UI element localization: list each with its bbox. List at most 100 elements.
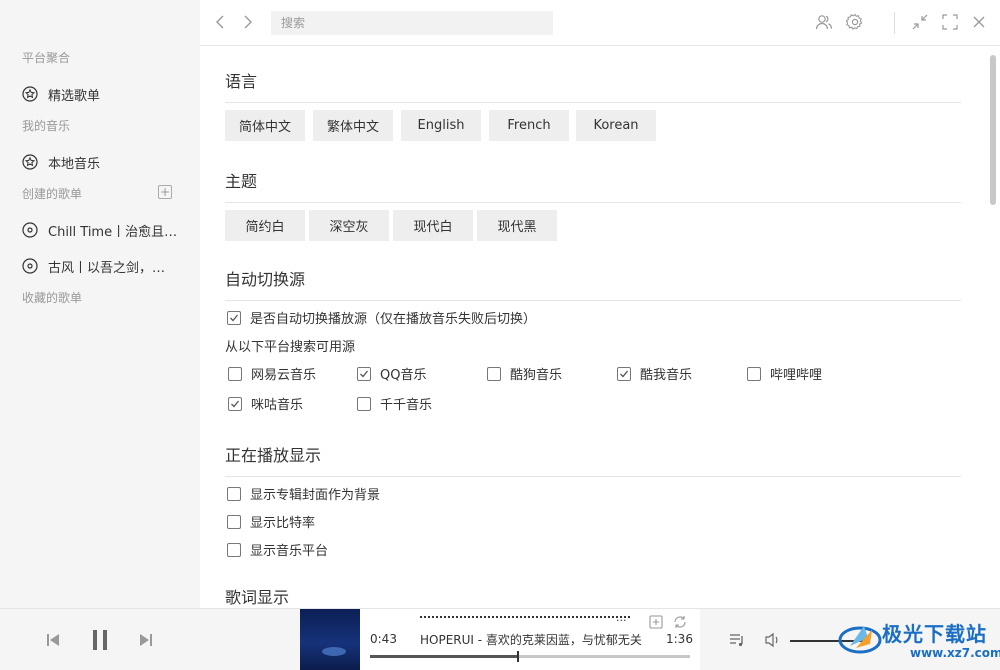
album-cover[interactable]	[300, 609, 360, 670]
fullscreen-icon[interactable]	[940, 12, 960, 32]
watermark-url: www.xz7.com	[910, 646, 1000, 660]
settings-panel: 语言 简体中文 繁体中文 English French Korean 主题 简约…	[200, 47, 1000, 608]
section-created-playlists: 创建的歌单	[22, 187, 83, 201]
watermark-name: 极光下载站	[882, 622, 987, 646]
now-playing-checkbox[interactable]: 显示比特率	[227, 512, 315, 531]
source-checkbox[interactable]: 咪咕音乐	[228, 394, 303, 413]
minimize-icon[interactable]	[910, 12, 930, 32]
checkbox-label: 酷我音乐	[640, 368, 693, 383]
toolbar-divider	[894, 12, 895, 34]
section-collected-playlists: 收藏的歌单	[22, 291, 83, 305]
star-icon	[22, 86, 38, 102]
checkbox-icon	[487, 366, 501, 381]
section-title-auto-switch: 自动切换源	[225, 266, 961, 301]
watermark: 极光下载站 www.xz7.com	[838, 616, 1000, 666]
checkbox-checked-icon	[227, 310, 241, 325]
sidebar-item-label: 本地音乐	[48, 156, 101, 172]
source-checkbox[interactable]: 哔哩哔哩	[747, 364, 822, 383]
language-button[interactable]: 繁体中文	[313, 110, 393, 141]
section-title-language: 语言	[225, 68, 961, 103]
language-button[interactable]: French	[489, 110, 569, 141]
source-checkbox[interactable]: 酷狗音乐	[487, 364, 562, 383]
checkbox-label: 是否自动切换播放源（仅在播放音乐失败后切换）	[250, 312, 537, 327]
section-platform: 平台聚合	[22, 51, 71, 65]
checkbox-icon	[228, 366, 242, 381]
lyric-preview	[420, 616, 630, 618]
checkbox-icon	[227, 542, 241, 557]
section-title-lyrics: 歌词显示	[225, 588, 290, 607]
checkbox-label: 显示音乐平台	[250, 544, 329, 559]
scrollbar-thumb[interactable]	[990, 55, 996, 205]
checkbox-label: 酷狗音乐	[510, 368, 563, 383]
track-info-panel: ... 0:43 HOPERUI - 喜欢的克莱因蓝，与忧郁无关 1:36	[360, 609, 700, 670]
section-my-music: 我的音乐	[22, 119, 71, 133]
source-checkbox[interactable]: 酷我音乐	[617, 364, 692, 383]
total-time: 1:36	[666, 632, 693, 646]
checkbox-label: 千千音乐	[380, 398, 433, 413]
checkbox-label: 网易云音乐	[251, 368, 317, 383]
source-checkbox[interactable]: 网易云音乐	[228, 364, 316, 383]
pause-icon[interactable]	[88, 627, 112, 653]
language-button[interactable]: English	[401, 110, 481, 141]
add-playlist-button[interactable]: +	[158, 185, 172, 199]
theme-button[interactable]: 现代白	[393, 210, 473, 241]
progress-fill	[370, 655, 518, 658]
chevron-right-icon[interactable]	[240, 13, 256, 31]
sidebar: 平台聚合 精选歌单 我的音乐 本地音乐 创建的歌单 + Chill Time丨治…	[0, 0, 200, 608]
auto-switch-checkbox[interactable]: 是否自动切换播放源（仅在播放音乐失败后切换）	[227, 308, 536, 327]
sidebar-item-featured-playlists[interactable]: 精选歌单	[22, 82, 182, 106]
theme-button[interactable]: 简约白	[225, 210, 305, 241]
app-window: 平台聚合 精选歌单 我的音乐 本地音乐 创建的歌单 + Chill Time丨治…	[0, 0, 1000, 670]
section-title-theme: 主题	[225, 168, 961, 203]
progress-handle[interactable]	[517, 651, 520, 662]
checkbox-icon	[227, 514, 241, 529]
add-to-playlist-icon[interactable]	[648, 614, 664, 630]
language-button[interactable]: Korean	[576, 110, 656, 141]
language-button[interactable]: 简体中文	[225, 110, 305, 141]
current-time: 0:43	[370, 632, 397, 646]
checkbox-label: 显示专辑封面作为背景	[250, 488, 381, 503]
checkbox-icon	[357, 396, 371, 411]
disc-icon	[22, 222, 38, 238]
cover-art	[322, 647, 346, 656]
source-checkbox[interactable]: QQ音乐	[357, 364, 426, 383]
checkbox-icon	[227, 486, 241, 501]
checkbox-checked-icon	[357, 366, 371, 381]
star-icon	[22, 154, 38, 170]
sidebar-item-label: 精选歌单	[48, 88, 101, 104]
user-icon[interactable]	[814, 12, 834, 32]
topbar	[200, 0, 1000, 46]
next-track-icon[interactable]	[137, 631, 155, 649]
sidebar-item-label: Chill Time丨治愈且温柔的旋律	[48, 224, 178, 240]
playlist-queue-icon[interactable]	[728, 631, 746, 649]
checkbox-label: 哔哩哔哩	[770, 368, 823, 383]
checkbox-icon	[747, 366, 761, 381]
sidebar-item-playlist[interactable]: 古风丨以吾之剑，斩你心头雪	[22, 254, 182, 278]
sidebar-item-playlist[interactable]: Chill Time丨治愈且温柔的旋律	[22, 218, 182, 242]
progress-bar[interactable]	[370, 651, 690, 662]
previous-track-icon[interactable]	[44, 631, 62, 649]
close-icon[interactable]	[969, 12, 989, 32]
sources-label: 从以下平台搜索可用源	[225, 340, 356, 355]
watermark-logo	[838, 626, 882, 654]
checkbox-label: QQ音乐	[380, 368, 427, 383]
now-playing-checkbox[interactable]: 显示专辑封面作为背景	[227, 484, 380, 503]
search-input[interactable]	[271, 11, 553, 35]
repeat-icon[interactable]	[672, 614, 688, 630]
now-playing-checkbox[interactable]: 显示音乐平台	[227, 540, 328, 559]
gear-icon[interactable]	[845, 12, 865, 32]
song-title: HOPERUI - 喜欢的克莱因蓝，与忧郁无关	[420, 633, 642, 647]
chevron-left-icon[interactable]	[212, 13, 228, 31]
theme-button[interactable]: 现代黑	[477, 210, 557, 241]
disc-icon	[22, 258, 38, 274]
volume-icon[interactable]	[764, 631, 782, 649]
source-checkbox[interactable]: 千千音乐	[357, 394, 432, 413]
checkbox-checked-icon	[228, 396, 242, 411]
checkbox-label: 显示比特率	[250, 516, 316, 531]
sidebar-item-label: 古风丨以吾之剑，斩你心头雪	[48, 260, 178, 276]
checkbox-checked-icon	[617, 366, 631, 381]
section-title-now-playing: 正在播放显示	[225, 442, 961, 477]
sidebar-item-local-music[interactable]: 本地音乐	[22, 150, 182, 174]
theme-button[interactable]: 深空灰	[309, 210, 389, 241]
checkbox-label: 咪咕音乐	[251, 398, 304, 413]
